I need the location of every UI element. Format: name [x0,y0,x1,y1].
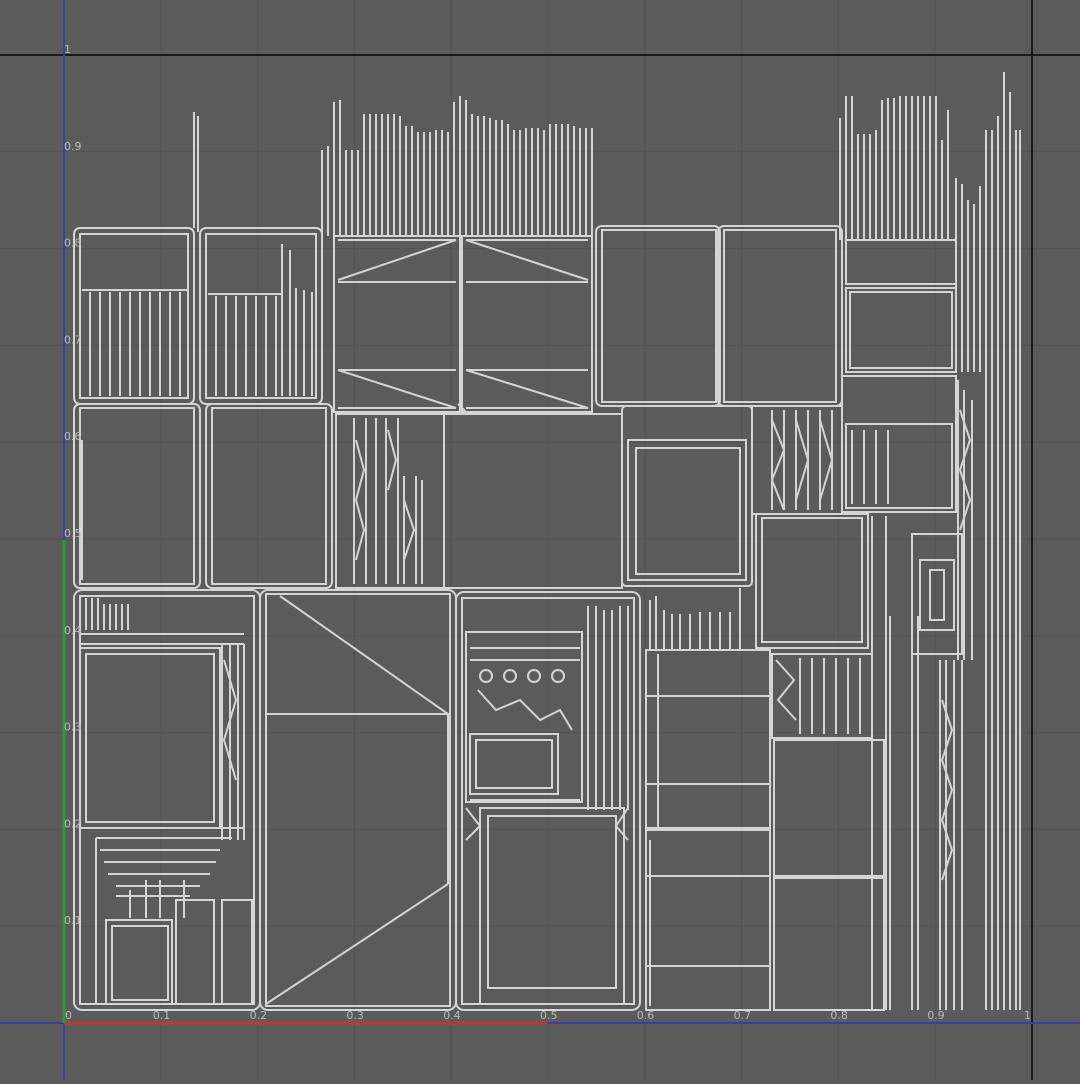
uv-canvas[interactable]: 0 0.1 0.2 0.3 0.4 0.5 0.6 0.7 0.8 0.9 1 1 0.9 0.8 0.7… [0,0,1080,1080]
v-tick-label: 0.4 [64,624,82,637]
u-tick-label: 0 [65,1009,72,1022]
u-tick-label: 0.3 [346,1009,364,1022]
v-tick-label: 0.9 [64,140,82,153]
v-tick-label: 0.8 [64,237,82,250]
v-tick-label: 0.1 [64,914,82,927]
u-tick-label: 1 [1024,1009,1031,1022]
v-tick-label: 0.3 [64,721,82,734]
v-tick-label: 0.7 [64,333,82,346]
u-tick-label: 0.4 [443,1009,461,1022]
u-tick-label: 0.1 [153,1009,171,1022]
u-tick-label: 0.2 [250,1009,268,1022]
u-tick-label: 0.8 [830,1009,848,1022]
v-tick-label: 0.2 [64,817,82,830]
u-tick-label: 0.7 [734,1009,752,1022]
v-tick-label: 1 [64,43,71,56]
u-tick-label: 0.6 [637,1009,655,1022]
u-tick-label: 0.5 [540,1009,558,1022]
uv-editor-viewport[interactable]: 0 0.1 0.2 0.3 0.4 0.5 0.6 0.7 0.8 0.9 1 1 0.9 0.8 0.7… [0,0,1080,1080]
u-tick-label: 0.9 [927,1009,945,1022]
v-tick-label: 0.5 [64,527,82,540]
v-tick-label: 0.6 [64,430,82,443]
